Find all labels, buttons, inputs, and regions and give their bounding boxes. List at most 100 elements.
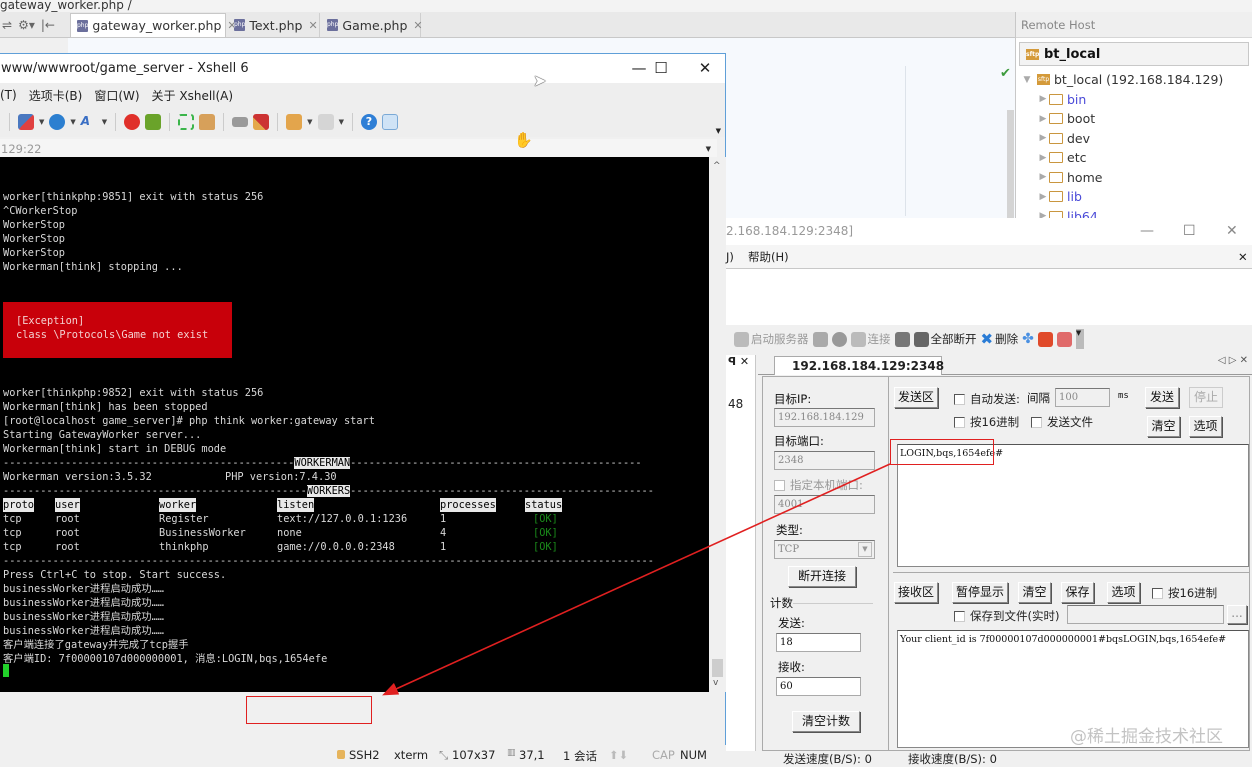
save-file-path-field[interactable] <box>1067 605 1224 624</box>
tree-folder[interactable]: ▶ bin <box>1021 90 1252 110</box>
scroll-down-icon[interactable]: v <box>713 678 718 688</box>
target-port-field[interactable]: 2348 <box>774 451 875 470</box>
interval-field[interactable]: 100 <box>1055 388 1110 407</box>
target-ip-field[interactable]: 192.168.184.129 <box>774 408 875 427</box>
tab-nav-icons[interactable]: ◁ ▷ ✕ <box>1218 355 1248 366</box>
close-icon[interactable]: ✕ <box>413 19 422 32</box>
minimize-button[interactable]: — <box>1140 218 1154 245</box>
save-to-file-checkbox[interactable]: 保存到文件(实时) <box>954 608 1059 624</box>
expand-right-icon[interactable]: ▶ <box>1037 114 1049 124</box>
layout-icon[interactable] <box>18 114 34 130</box>
sync-icon[interactable]: ⇌ <box>2 18 12 32</box>
dropdown-icon[interactable]: ▼ <box>70 118 75 126</box>
local-port-checkbox[interactable]: 指定本机端口: <box>774 477 863 493</box>
save-button[interactable]: 保存 <box>1061 582 1094 603</box>
tree-folder[interactable]: ▶ lib <box>1021 187 1252 207</box>
keyboard-icon[interactable] <box>232 117 249 127</box>
dropdown-icon[interactable]: ▼ <box>858 542 872 557</box>
close-button[interactable]: ✕ <box>1226 218 1238 245</box>
close-icon[interactable]: ✕ <box>1238 245 1248 269</box>
tree-root[interactable]: ▼ sftp bt_local (192.168.184.129) <box>1021 70 1252 90</box>
ide-tab-gateway-worker[interactable]: php gateway_worker.php ✕ <box>70 13 237 37</box>
toolbar-overflow-icon[interactable]: ▼ <box>1075 329 1084 349</box>
delete-all-icon[interactable]: ✤ <box>1022 331 1034 347</box>
help-icon[interactable]: ? <box>360 114 377 130</box>
collapse-icon[interactable]: |← <box>41 18 55 32</box>
recv-count-field[interactable]: 60 <box>776 677 861 696</box>
recv-clear-button[interactable]: 清空 <box>1018 582 1051 603</box>
expand-right-icon[interactable]: ▶ <box>1037 153 1049 163</box>
scroll-thumb[interactable] <box>712 659 723 677</box>
expand-down-icon[interactable]: ▼ <box>1021 75 1033 85</box>
dropdown-icon[interactable]: ▼ <box>307 118 312 126</box>
terminal-scrollbar[interactable]: ^ v <box>709 157 726 692</box>
stop-button[interactable]: 停止 <box>1189 387 1223 408</box>
disconnect-button[interactable]: 断开连接 <box>788 566 856 587</box>
globe-icon[interactable] <box>49 114 66 130</box>
recv-options-button[interactable]: 选项 <box>1107 582 1140 603</box>
xagent-icon[interactable] <box>145 114 162 130</box>
expand-right-icon[interactable]: ▶ <box>1037 133 1049 143</box>
disconnect-all-button[interactable]: 全部断开 <box>913 331 977 347</box>
power-icon[interactable] <box>1037 331 1053 347</box>
menu-about[interactable]: 关于 Xshell(A) <box>152 87 234 104</box>
send-file-checkbox[interactable]: 发送文件 <box>1031 414 1093 430</box>
tree-folder[interactable]: ▶ boot <box>1021 109 1252 129</box>
close-icon[interactable]: ✕ <box>308 19 317 32</box>
tree-folder[interactable]: ▶ dev <box>1021 129 1252 149</box>
dropdown-icon[interactable]: ▼ <box>339 118 344 126</box>
disconnect-icon[interactable] <box>894 331 910 347</box>
new-folder-icon[interactable] <box>286 114 303 130</box>
dropdown-icon[interactable]: ▼ <box>39 118 44 126</box>
delete-button[interactable]: ✖ 删除 <box>981 330 1019 348</box>
exit-icon[interactable] <box>1056 331 1072 347</box>
send-button[interactable]: 发送 <box>1145 387 1179 408</box>
send-hex-checkbox[interactable]: 按16进制 <box>954 414 1019 430</box>
send-clear-button[interactable]: 清空 <box>1147 416 1180 437</box>
recv-area-button[interactable]: 接收区 <box>894 582 938 603</box>
menu-window[interactable]: 窗口(W) <box>94 87 139 104</box>
chat-icon[interactable] <box>381 114 398 130</box>
expand-right-icon[interactable]: ▶ <box>1037 172 1049 182</box>
connect-button[interactable]: 连接 <box>850 331 891 347</box>
ide-tab-game[interactable]: php Game.php ✕ <box>321 13 423 37</box>
browse-button[interactable]: ... <box>1227 605 1247 624</box>
type-select[interactable]: TCP ▼ <box>774 540 875 559</box>
auto-send-checkbox[interactable]: 自动发送: <box>954 391 1020 407</box>
remote-host-selector[interactable]: sftp bt_local <box>1019 42 1249 66</box>
lock-icon[interactable] <box>199 114 216 130</box>
scroll-up-icon[interactable]: ^ <box>713 161 721 171</box>
cancel-icon[interactable] <box>831 331 847 347</box>
font-icon[interactable]: A <box>81 114 97 130</box>
clear-count-button[interactable]: 清空计数 <box>792 711 860 732</box>
terminal-output[interactable]: worker[thinkphp:9851] exit with status 2… <box>0 157 709 692</box>
menu-help[interactable]: 帮助(H) <box>748 245 789 269</box>
pin-icon[interactable]: ꟼ <box>728 355 736 368</box>
window-icon[interactable] <box>317 114 334 130</box>
dropdown-icon[interactable]: ▼ <box>706 139 711 159</box>
menu-tools[interactable]: (T) <box>0 88 17 102</box>
address-bar[interactable]: 129:22 ▼ <box>0 139 717 159</box>
local-port-field[interactable]: 4001 <box>774 495 875 514</box>
highlight-icon[interactable] <box>253 114 270 130</box>
maximize-button[interactable]: ☐ <box>639 54 683 83</box>
fullscreen-icon[interactable] <box>178 114 195 130</box>
xftp-icon[interactable] <box>124 114 141 130</box>
server-stop-icon[interactable] <box>812 331 828 347</box>
gear-icon[interactable]: ⚙▾ <box>18 18 35 32</box>
connection-tab[interactable]: 192.168.184.129:2348 <box>774 356 944 375</box>
send-area-button[interactable]: 发送区 <box>894 387 938 408</box>
send-options-button[interactable]: 选项 <box>1189 416 1222 437</box>
pause-display-button[interactable]: 暂停显示 <box>952 582 1008 603</box>
maximize-button[interactable]: ☐ <box>1183 218 1196 245</box>
close-icon[interactable]: ✕ <box>740 355 749 368</box>
toolbar-overflow-icon[interactable]: ▼ <box>716 127 721 135</box>
menu-tabs[interactable]: 选项卡(B) <box>29 87 83 104</box>
menu-prev[interactable]: J) <box>726 245 734 269</box>
tree-folder[interactable]: ▶ etc <box>1021 148 1252 168</box>
send-count-field[interactable]: 18 <box>776 633 861 652</box>
close-button[interactable]: ✕ <box>683 54 727 83</box>
ide-scrollbar[interactable] <box>1007 110 1014 220</box>
tree-folder[interactable]: ▶ home <box>1021 168 1252 188</box>
recv-hex-checkbox[interactable]: 按16进制 <box>1152 585 1217 601</box>
